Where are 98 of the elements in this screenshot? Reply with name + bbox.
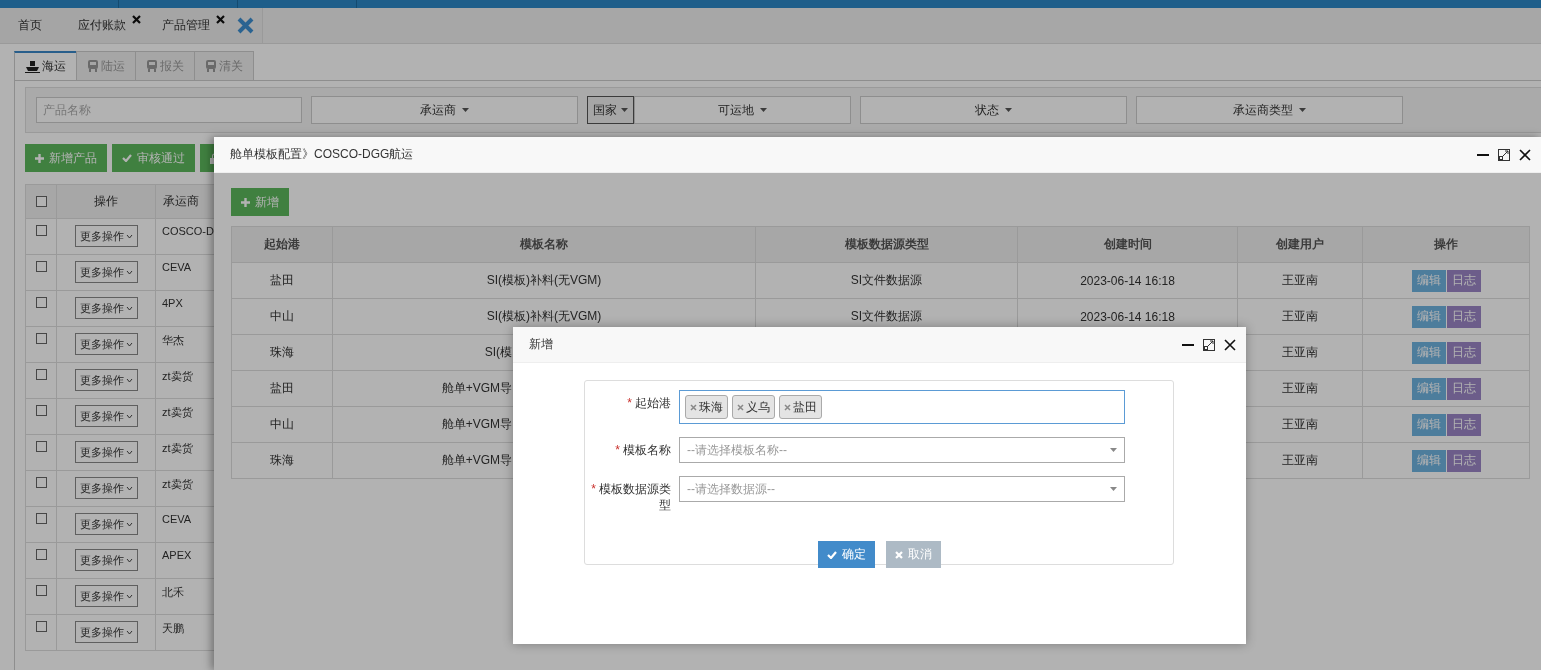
chevron-icon bbox=[125, 377, 133, 383]
more-actions-dropdown[interactable]: 更多操作 bbox=[74, 405, 138, 427]
column-header: 模板数据源类型 bbox=[755, 226, 1018, 263]
tag-chip[interactable]: 义乌 bbox=[732, 395, 775, 419]
field-label: 模板数据源类型 bbox=[599, 482, 671, 512]
remove-icon bbox=[784, 403, 791, 411]
close-icon bbox=[1224, 338, 1236, 351]
column-header: 模板名称 bbox=[332, 226, 756, 263]
row-checkbox[interactable] bbox=[35, 297, 47, 308]
table-cell: SI文件数据源 bbox=[755, 262, 1018, 299]
more-actions-dropdown[interactable]: 更多操作 bbox=[74, 621, 138, 643]
more-actions-dropdown[interactable]: 更多操作 bbox=[74, 549, 138, 571]
table-cell: SI(模板)补料(无VGM) bbox=[332, 262, 756, 299]
tag-chip[interactable]: 盐田 bbox=[779, 395, 822, 419]
table-cell: 2023-06-14 16:18 bbox=[1017, 262, 1238, 299]
required-mark: * bbox=[591, 482, 596, 496]
filter-dropdown[interactable]: 承运商 bbox=[311, 96, 578, 124]
more-actions-dropdown[interactable]: 更多操作 bbox=[74, 333, 138, 355]
dialog-title: 新增 bbox=[529, 337, 553, 351]
table-cell: 珠海 bbox=[231, 334, 333, 371]
filter-dropdown[interactable]: 可运地 bbox=[634, 96, 851, 124]
more-actions-dropdown[interactable]: 更多操作 bbox=[74, 441, 138, 463]
column-header: 起始港 bbox=[231, 226, 333, 263]
table-cell: 珠海 bbox=[231, 442, 333, 479]
row-checkbox[interactable] bbox=[35, 513, 47, 524]
more-actions-dropdown[interactable]: 更多操作 bbox=[74, 261, 138, 283]
country-select[interactable]: 国家 bbox=[587, 96, 634, 124]
caret-icon bbox=[1005, 108, 1012, 112]
plus-icon bbox=[35, 153, 44, 163]
column-header: 操作 bbox=[56, 184, 156, 219]
tag-input-field[interactable]: 珠海 义乌 盐田 bbox=[679, 390, 1125, 424]
chevron-icon bbox=[125, 341, 133, 347]
chevron-icon bbox=[125, 557, 133, 563]
window-title: 舱单模板配置》COSCO-DGG航运 bbox=[230, 147, 414, 161]
train-icon bbox=[205, 60, 217, 72]
close-icon bbox=[1519, 148, 1531, 161]
row-checkbox[interactable] bbox=[35, 225, 47, 236]
more-actions-dropdown[interactable]: 更多操作 bbox=[74, 585, 138, 607]
close-all-icon bbox=[236, 17, 254, 34]
chevron-icon bbox=[125, 449, 133, 455]
remove-icon bbox=[690, 403, 697, 411]
plus-icon bbox=[241, 197, 250, 207]
train-icon bbox=[87, 60, 99, 72]
check-icon bbox=[122, 154, 132, 162]
remove-icon bbox=[737, 403, 744, 411]
caret-icon bbox=[1299, 108, 1306, 112]
maximize-icon bbox=[1498, 148, 1510, 161]
more-actions-dropdown[interactable]: 更多操作 bbox=[74, 297, 138, 319]
caret-icon bbox=[1110, 487, 1117, 491]
caret-icon bbox=[462, 108, 469, 112]
chevron-icon bbox=[125, 413, 133, 419]
chevron-icon bbox=[125, 233, 133, 239]
cross-icon bbox=[894, 550, 903, 559]
chevron-icon bbox=[125, 629, 133, 635]
column-header: 操作 bbox=[1362, 226, 1530, 263]
row-checkbox[interactable] bbox=[35, 549, 47, 560]
filter-dropdown[interactable]: 承运商类型 bbox=[1136, 96, 1403, 124]
table-cell: 盐田 bbox=[231, 262, 333, 299]
row-checkbox[interactable] bbox=[35, 441, 47, 452]
chevron-icon bbox=[125, 521, 133, 527]
caret-icon bbox=[1110, 448, 1117, 452]
row-checkbox[interactable] bbox=[35, 477, 47, 488]
chevron-icon bbox=[125, 305, 133, 311]
required-mark: * bbox=[615, 443, 620, 457]
tag-chip[interactable]: 珠海 bbox=[685, 395, 728, 419]
more-actions-dropdown[interactable]: 更多操作 bbox=[74, 513, 138, 535]
maximize-icon bbox=[1203, 338, 1215, 351]
row-checkbox[interactable] bbox=[35, 405, 47, 416]
confirm-button[interactable]: 确定 bbox=[817, 541, 875, 568]
field-label: 模板名称 bbox=[623, 443, 671, 457]
caret-icon bbox=[760, 108, 767, 112]
caret-icon bbox=[621, 108, 628, 112]
filter-dropdown[interactable]: 状态 bbox=[860, 96, 1127, 124]
ship-icon bbox=[25, 60, 40, 73]
check-icon bbox=[826, 550, 837, 559]
sub-tab[interactable]: 海运 bbox=[14, 51, 77, 80]
chevron-icon bbox=[125, 269, 133, 275]
train-icon bbox=[146, 60, 158, 72]
close-icon bbox=[216, 15, 225, 24]
table-cell: 盐田 bbox=[231, 370, 333, 407]
close-icon bbox=[132, 15, 141, 24]
column-header: 创建时间 bbox=[1017, 226, 1238, 263]
table-cell: 中山 bbox=[231, 298, 333, 335]
product-name-field[interactable]: 产品名称 bbox=[36, 97, 302, 123]
more-actions-dropdown[interactable]: 更多操作 bbox=[74, 369, 138, 391]
chevron-icon bbox=[125, 593, 133, 599]
row-checkbox[interactable] bbox=[35, 585, 47, 596]
row-checkbox[interactable] bbox=[35, 369, 47, 380]
table-cell: 王亚南 bbox=[1237, 262, 1363, 299]
row-checkbox[interactable] bbox=[35, 261, 47, 272]
more-actions-dropdown[interactable]: 更多操作 bbox=[74, 477, 138, 499]
column-header: 创建用户 bbox=[1237, 226, 1363, 263]
more-actions-dropdown[interactable]: 更多操作 bbox=[74, 225, 138, 247]
row-checkbox[interactable] bbox=[35, 333, 47, 344]
chevron-icon bbox=[125, 485, 133, 491]
row-checkbox[interactable] bbox=[35, 621, 47, 632]
select-all-checkbox[interactable] bbox=[35, 196, 47, 207]
table-cell: 中山 bbox=[231, 406, 333, 443]
